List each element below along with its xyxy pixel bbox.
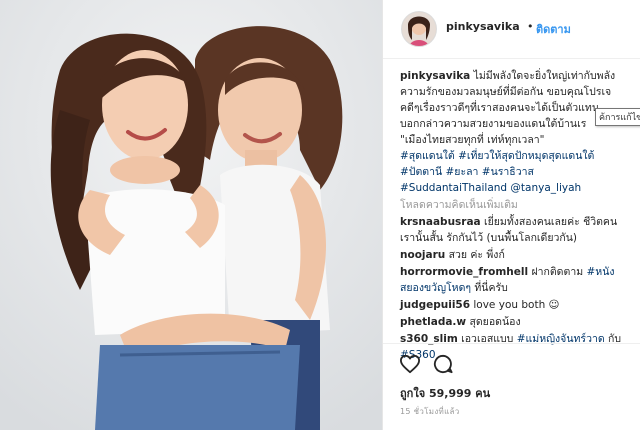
caption-line: "เมืองไทยสวยทุกที่ เท่ห์ทุกเวลา" — [400, 134, 545, 146]
caption-line: ไม่มีพลังใดจะยิ่งใหญ่เท่ากับพลัง — [473, 70, 616, 82]
heart-icon[interactable] — [399, 354, 421, 374]
comment-item: horrormovie_fromhell ฝากติดตาม #หนัง สยอ… — [400, 264, 632, 296]
comment-hashtag[interactable]: #หนัง — [586, 266, 614, 278]
caption-hashtags[interactable]: #SuddantaiThailand @tanya_liyah — [400, 180, 632, 196]
post-info-panel: pinkysavika • ติดตาม pinkysavika ไม่มีพล… — [382, 0, 640, 430]
comment-hashtag[interactable]: สยองขวัญโหดๆ — [400, 282, 471, 294]
comment-text: เรานั้นสั้น รักกันไว้ (บนพื้นโลกเดียวกัน… — [400, 232, 578, 244]
comment-text: สวย ค่ะ พี่งก์ — [448, 249, 505, 261]
photo-illustration — [0, 0, 382, 430]
comment-icon[interactable] — [433, 354, 453, 374]
comment-text: love you both ☺ — [473, 299, 560, 311]
avatar[interactable] — [401, 11, 437, 47]
edit-tooltip: ค้การแก้ไข — [595, 108, 640, 126]
caption-line: ความรักของมวลมนุษย์ที่มีต่อกัน ขอบคุณโปร… — [400, 86, 612, 98]
comment-item: krsnaabusraa เยี่ยมทั้งสองคนเลยค่ะ ชีวิต… — [400, 214, 632, 246]
comment-item: noojaru สวย ค่ะ พี่งก์ — [400, 247, 632, 263]
comment-text: ที่นี่ครับ — [471, 282, 508, 294]
likes-count[interactable]: ถูกใจ 59,999 คน — [400, 384, 490, 402]
comment-username[interactable]: judgepuii56 — [400, 299, 470, 311]
comment-text: สุดยอดน้อง — [469, 316, 521, 328]
instagram-post-window: pinkysavika • ติดตาม pinkysavika ไม่มีพล… — [0, 0, 640, 430]
comment-text: ฝากติดตาม — [531, 266, 584, 278]
comment-username[interactable]: horrormovie_fromhell — [400, 266, 528, 278]
comment-text: เยี่ยมทั้งสองคนเลยค่ะ ชีวิตคน — [484, 216, 618, 228]
separator-dot: • — [527, 20, 534, 33]
caption-hashtags[interactable]: #ปัตตานี #ยะลา #นราธิวาส — [400, 164, 632, 180]
caption: pinkysavika ไม่มีพลังใดจะยิ่งใหญ่เท่ากับ… — [400, 68, 632, 196]
post-header: pinkysavika • ติดตาม — [383, 0, 640, 59]
comment-item: judgepuii56 love you both ☺ — [400, 297, 632, 313]
load-more-comments[interactable]: โหลดความคิดเห็นเพิ่มเติม — [400, 197, 632, 213]
comment-username[interactable]: phetlada.w — [400, 316, 466, 328]
post-username[interactable]: pinkysavika — [446, 20, 520, 33]
caption-hashtags[interactable]: #สุดแดนใต้ #เที่ยวให้สุดปักหมุดสุดแดนใต้ — [400, 148, 632, 164]
post-timestamp: 15 ชั่วโมงที่แล้ว — [400, 407, 460, 416]
follow-button[interactable]: ติดตาม — [536, 20, 571, 38]
comment-username[interactable]: noojaru — [400, 249, 445, 261]
comment-item: phetlada.w สุดยอดน้อง — [400, 314, 632, 330]
avatar-image — [402, 12, 436, 46]
comment-username[interactable]: krsnaabusraa — [400, 216, 481, 228]
post-photo[interactable] — [0, 0, 382, 430]
caption-username[interactable]: pinkysavika — [400, 70, 470, 82]
